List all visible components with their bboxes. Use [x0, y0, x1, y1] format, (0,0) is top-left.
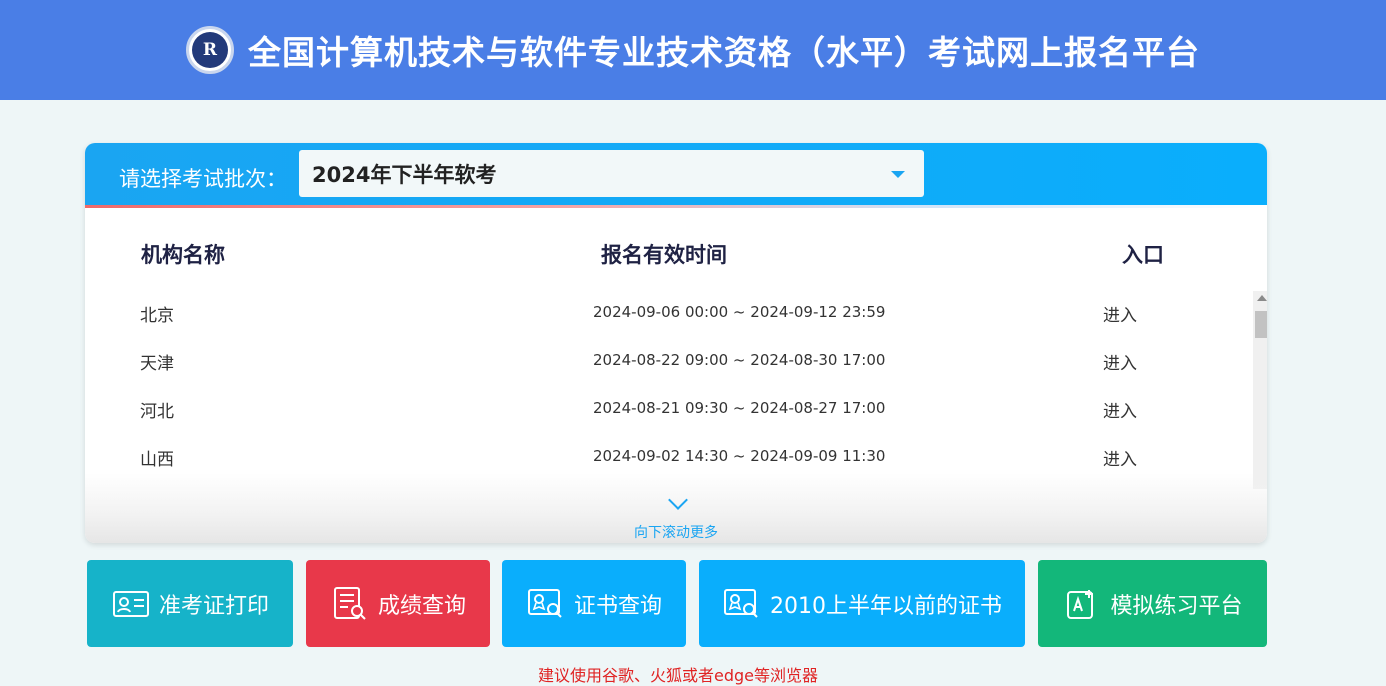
header-divider [85, 205, 1267, 208]
org-name: 河北 [140, 402, 174, 422]
list-scrollbar[interactable] [1253, 291, 1267, 489]
table-row: 河北 2024-08-21 09:30 ~ 2024-08-27 17:00 进… [85, 387, 1251, 435]
column-header-org: 机构名称 [141, 243, 225, 267]
site-title: 全国计算机技术与软件专业技术资格（水平）考试网上报名平台 [248, 33, 1200, 72]
certificate-search-icon [722, 587, 762, 621]
site-header: R 全国计算机技术与软件专业技术资格（水平）考试网上报名平台 [0, 0, 1386, 100]
pre-2010-certificate-button[interactable]: 2010上半年以前的证书 [699, 560, 1025, 647]
registration-panel: 请选择考试批次： 2024年下半年软考 机构名称 报名有效时间 入口 北京 20… [85, 143, 1267, 543]
batch-select-value: 2024年下半年软考 [312, 162, 497, 187]
logo-emblem: R [192, 32, 228, 68]
certificate-query-button[interactable]: 证书查询 [502, 560, 686, 647]
button-label: 模拟练习平台 [1110, 593, 1243, 619]
practice-platform-button[interactable]: 模拟练习平台 [1038, 560, 1267, 647]
browser-hint: 建议使用谷歌、火狐或者edge等浏览器 [537, 666, 818, 685]
org-name: 天津 [140, 354, 174, 374]
table-row: 北京 2024-09-06 00:00 ~ 2024-09-12 23:59 进… [85, 291, 1251, 339]
enter-link[interactable]: 进入 [1103, 397, 1137, 422]
enter-link[interactable]: 进入 [1103, 301, 1137, 326]
org-list: 北京 2024-09-06 00:00 ~ 2024-09-12 23:59 进… [85, 291, 1251, 483]
registration-time: 2024-09-06 00:00 ~ 2024-09-12 23:59 [593, 303, 886, 321]
button-label: 准考证打印 [158, 593, 269, 619]
batch-selector-bar: 请选择考试批次： 2024年下半年软考 [85, 143, 1267, 205]
score-report-icon [330, 586, 370, 621]
enter-link[interactable]: 进入 [1103, 349, 1137, 374]
column-header-time: 报名有效时间 [601, 243, 727, 267]
registration-time: 2024-08-21 09:30 ~ 2024-08-27 17:00 [593, 399, 886, 417]
registration-time: 2024-08-22 09:00 ~ 2024-08-30 17:00 [593, 351, 886, 369]
batch-label: 请选择考试批次： [119, 167, 287, 191]
scroll-up-arrow-icon[interactable] [1257, 295, 1267, 301]
enter-link[interactable]: 进入 [1103, 445, 1137, 470]
button-label: 证书查询 [573, 593, 662, 619]
site-logo: R [186, 26, 234, 74]
caret-down-icon [891, 171, 905, 178]
certificate-search-icon [526, 587, 566, 621]
table-row: 天津 2024-08-22 09:00 ~ 2024-08-30 17:00 进… [85, 339, 1251, 387]
button-label: 2010上半年以前的证书 [770, 593, 1002, 619]
scroll-more-hint[interactable]: 向下滚动更多 [85, 522, 1267, 542]
admission-ticket-print-button[interactable]: 准考证打印 [87, 560, 293, 647]
org-name: 山西 [140, 450, 174, 470]
practice-edit-icon [1062, 587, 1102, 621]
org-name: 北京 [140, 306, 174, 326]
registration-time: 2024-09-02 14:30 ~ 2024-09-09 11:30 [593, 447, 886, 465]
score-query-button[interactable]: 成绩查询 [306, 560, 490, 647]
batch-select[interactable]: 2024年下半年软考 [299, 150, 924, 197]
scroll-thumb[interactable] [1255, 311, 1267, 338]
button-label: 成绩查询 [377, 593, 466, 619]
id-card-icon [111, 587, 151, 621]
column-header-entry: 入口 [1122, 243, 1164, 267]
